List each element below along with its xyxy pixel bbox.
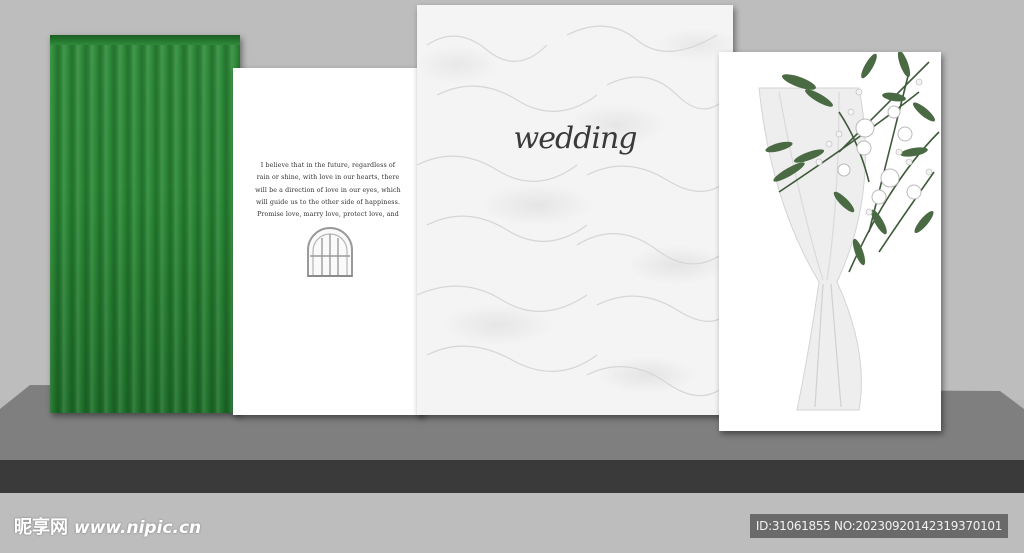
watermark-brand-text: 昵享网 xyxy=(14,517,68,538)
quote-line: will be a direction of love in our eyes,… xyxy=(255,186,401,194)
quote-line: Promise love, marry love, protect love, … xyxy=(257,211,399,219)
curtain-rod xyxy=(50,35,240,45)
petal-texture xyxy=(417,25,733,397)
watermark-id: ID:31061855 NO:20230920142319370101 xyxy=(750,514,1008,538)
quote-line: rain or shine, with love in our hearts, … xyxy=(256,174,400,182)
quote-line: will guide us to the other side of happi… xyxy=(255,198,401,206)
quote-panel: I believe that in the future, regardless… xyxy=(233,68,423,415)
green-curtain-panel xyxy=(50,35,240,413)
arched-window-icon xyxy=(307,227,353,277)
watermark-brand: 昵享网 www.nipic.cn xyxy=(14,513,201,539)
wedding-title: wedding xyxy=(513,121,638,156)
petal-texture-panel: wedding xyxy=(417,5,733,415)
quote-text: I believe that in the future, regardless… xyxy=(251,160,405,221)
floral-drape-panel xyxy=(719,52,941,431)
stage-platform-front xyxy=(0,460,1024,493)
watermark-url: www.nipic.cn xyxy=(74,518,202,538)
flower-bouquet-icon xyxy=(765,52,940,273)
quote-line: I believe that in the future, regardless… xyxy=(260,162,396,169)
